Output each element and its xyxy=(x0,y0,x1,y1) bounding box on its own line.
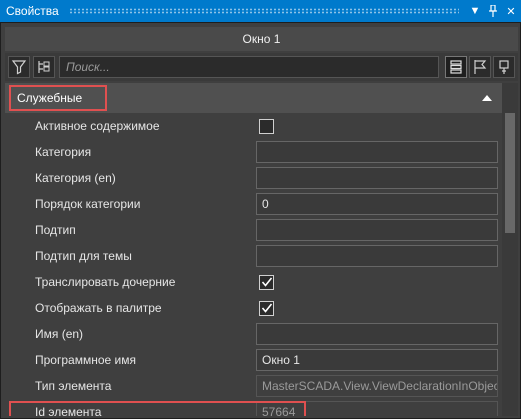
close-icon[interactable]: ✕ xyxy=(503,2,519,20)
property-value-input[interactable] xyxy=(256,167,498,189)
property-value-input[interactable] xyxy=(256,219,498,241)
property-row: Категория xyxy=(5,139,502,165)
property-name: Транслировать дочерние xyxy=(35,275,176,289)
scrollbar-thumb[interactable] xyxy=(505,113,515,233)
property-name: Тип элемента xyxy=(35,379,112,393)
property-value xyxy=(256,271,498,293)
events-icon[interactable] xyxy=(493,56,515,78)
property-value-input[interactable] xyxy=(256,245,498,267)
vertical-scrollbar[interactable] xyxy=(502,83,518,416)
property-name: Программное имя xyxy=(35,353,136,367)
property-grid: Служебные Активное содержимое Категория … xyxy=(5,83,518,416)
property-row: Активное содержимое xyxy=(5,113,502,139)
property-row: Имя (en) xyxy=(5,321,502,347)
checkbox-active-content[interactable] xyxy=(259,118,274,134)
property-value-readonly: MasterSCADA.View.ViewDeclarationInObject xyxy=(256,375,498,397)
check-icon xyxy=(261,303,272,313)
property-row: Подтип для темы xyxy=(5,243,502,269)
property-name: Активное содержимое xyxy=(35,119,160,133)
check-icon xyxy=(261,277,272,287)
property-name: Порядок категории xyxy=(35,197,141,211)
property-row: Отображать в палитре xyxy=(5,295,502,321)
filter-icon[interactable] xyxy=(8,56,30,78)
property-row: Транслировать дочерние xyxy=(5,269,502,295)
property-name: Подтип для темы xyxy=(35,249,132,263)
property-name: Категория (en) xyxy=(35,171,116,185)
property-value-readonly: 57664 xyxy=(256,401,498,416)
properties-panel: Окно 1 Поиск... Служебные Активное содер… xyxy=(0,22,521,419)
property-name: Отображать в палитре xyxy=(35,301,162,315)
property-row-id: Id элемента 57664 xyxy=(5,399,502,416)
property-row: Порядок категории 0 xyxy=(5,191,502,217)
property-name: Подтип xyxy=(35,223,76,237)
object-name-header: Окно 1 xyxy=(5,27,518,51)
properties-toolbar: Поиск... xyxy=(5,53,518,81)
dropdown-arrow-icon[interactable]: ▼ xyxy=(467,2,483,20)
property-value-input[interactable] xyxy=(256,141,498,163)
property-value-input[interactable] xyxy=(256,323,498,345)
property-name: Id элемента xyxy=(35,405,102,416)
property-value-input[interactable]: 0 xyxy=(256,193,498,215)
category-label: Служебные xyxy=(9,85,107,111)
checkbox-show-in-palette[interactable] xyxy=(259,300,274,316)
drag-grip[interactable] xyxy=(68,8,459,14)
property-row: Программное имя Окно 1 xyxy=(5,347,502,373)
property-value xyxy=(256,115,498,137)
window-title: Свойства xyxy=(6,4,59,18)
sort-tree-icon[interactable] xyxy=(33,56,55,78)
collapse-arrow-icon[interactable] xyxy=(480,91,494,105)
property-value xyxy=(256,297,498,319)
property-value-input[interactable]: Окно 1 xyxy=(256,349,498,371)
window-titlebar[interactable]: Свойства ▼ ✕ xyxy=(0,0,521,22)
category-header-service[interactable]: Служебные xyxy=(5,83,502,113)
properties-view-icon[interactable] xyxy=(445,56,467,78)
property-row: Категория (en) xyxy=(5,165,502,191)
property-name: Категория xyxy=(35,145,92,159)
property-row: Подтип xyxy=(5,217,502,243)
pin-icon[interactable] xyxy=(485,2,501,20)
property-name: Имя (en) xyxy=(35,327,84,341)
property-row: Тип элемента MasterSCADA.View.ViewDeclar… xyxy=(5,373,502,399)
flag-icon[interactable] xyxy=(469,56,491,78)
checkbox-translate-children[interactable] xyxy=(259,274,274,290)
search-input[interactable]: Поиск... xyxy=(59,56,439,78)
